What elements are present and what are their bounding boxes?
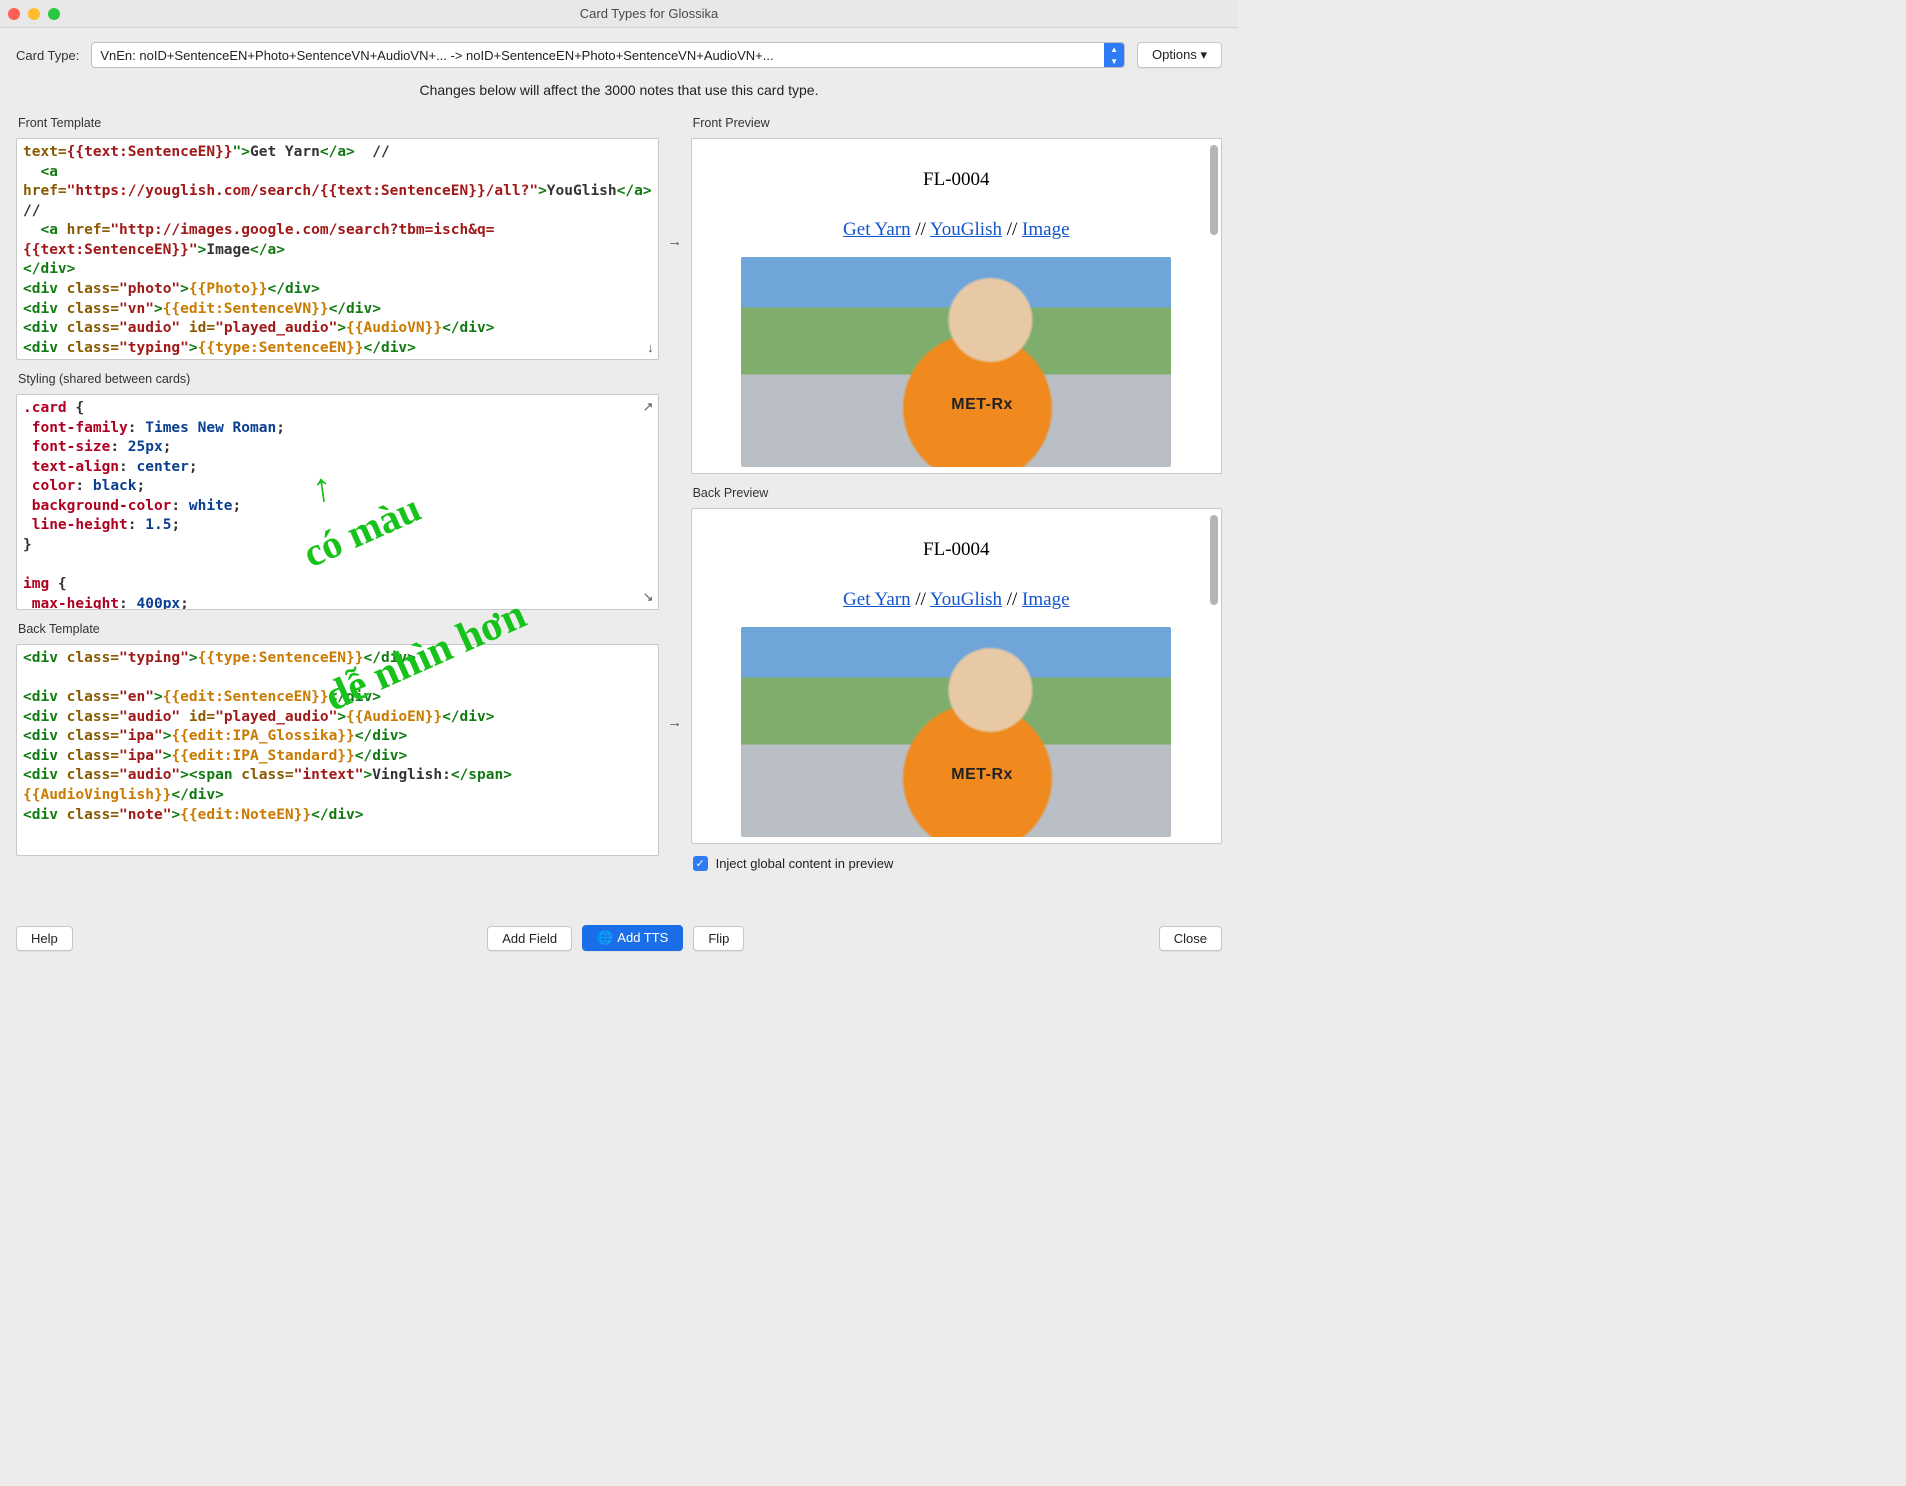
card-types-window: Card Types for Glossika Card Type: VnEn:… — [0, 0, 1238, 965]
help-button[interactable]: Help — [16, 926, 73, 951]
preview-photo — [741, 627, 1171, 837]
chevron-updown-icon[interactable]: ▲▼ — [1104, 43, 1124, 67]
front-template-editor[interactable]: text={{text:SentenceEN}}">Get Yarn</a> /… — [16, 138, 659, 360]
preview-id: FL-0004 — [700, 539, 1213, 561]
link-youglish[interactable]: YouGlish — [930, 589, 1002, 610]
back-template-label: Back Template — [16, 618, 659, 642]
titlebar: Card Types for Glossika — [0, 0, 1238, 28]
front-preview-label: Front Preview — [691, 112, 1222, 136]
arrow-right-icon: → — [665, 130, 685, 352]
styling-editor[interactable]: .card { font-family: Times New Roman; fo… — [16, 394, 659, 610]
arrow-right-icon: → — [665, 616, 685, 828]
preview-links: Get Yarn // YouGlish // Image — [700, 589, 1213, 611]
inject-label: Inject global content in preview — [716, 856, 894, 871]
options-button[interactable]: Options ▾ — [1137, 42, 1222, 68]
link-image[interactable]: Image — [1022, 589, 1069, 610]
close-window-icon[interactable] — [8, 8, 20, 20]
cardtype-select[interactable]: VnEn: noID+SentenceEN+Photo+SentenceVN+A… — [91, 42, 1125, 68]
inject-checkbox[interactable]: ✓ — [693, 856, 708, 871]
preview-photo — [741, 257, 1171, 467]
info-line: Changes below will affect the 3000 notes… — [0, 76, 1238, 112]
back-preview-label: Back Preview — [691, 482, 1222, 506]
back-template-editor[interactable]: <div class="typing">{{type:SentenceEN}}<… — [16, 644, 659, 856]
zoom-window-icon[interactable] — [48, 8, 60, 20]
scrollbar[interactable] — [1210, 515, 1218, 605]
minimize-window-icon[interactable] — [28, 8, 40, 20]
flip-button[interactable]: Flip — [693, 926, 744, 951]
styling-label: Styling (shared between cards) — [16, 368, 659, 392]
close-button[interactable]: Close — [1159, 926, 1222, 951]
front-template-label: Front Template — [16, 112, 659, 136]
front-preview: FL-0004 Get Yarn // YouGlish // Image — [691, 138, 1222, 474]
traffic-lights — [8, 8, 60, 20]
add-tts-button[interactable]: 🌐Add TTS — [582, 925, 683, 951]
preview-links: Get Yarn // YouGlish // Image — [700, 219, 1213, 241]
scrollbar[interactable] — [1210, 145, 1218, 235]
back-preview: FL-0004 Get Yarn // YouGlish // Image — [691, 508, 1222, 844]
link-getyarn[interactable]: Get Yarn — [843, 219, 911, 240]
cardtype-select-value: VnEn: noID+SentenceEN+Photo+SentenceVN+A… — [100, 48, 1104, 63]
link-youglish[interactable]: YouGlish — [930, 219, 1002, 240]
window-title: Card Types for Glossika — [68, 6, 1230, 21]
link-image[interactable]: Image — [1022, 219, 1069, 240]
globe-icon: 🌐 — [597, 930, 613, 945]
preview-id: FL-0004 — [700, 169, 1213, 191]
cardtype-label: Card Type: — [16, 48, 79, 63]
link-getyarn[interactable]: Get Yarn — [843, 589, 911, 610]
add-field-button[interactable]: Add Field — [487, 926, 572, 951]
